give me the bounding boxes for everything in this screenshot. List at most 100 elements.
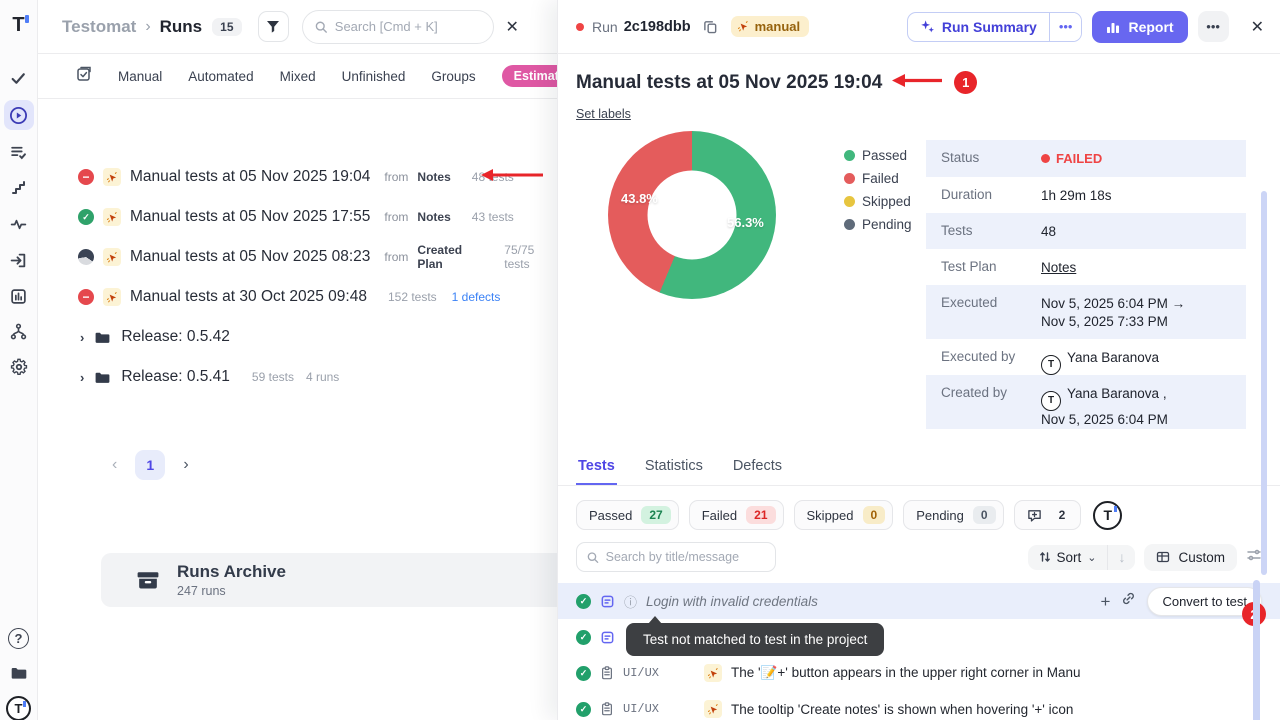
adjust-icon[interactable] (1246, 547, 1262, 568)
steps-icon[interactable] (4, 173, 34, 203)
release-folder-row[interactable]: › Release: 0.5.42 (38, 317, 557, 357)
info-row-executed-by: Executed by TYana Baranova (926, 339, 1246, 375)
chip-passed[interactable]: Passed27 (576, 500, 679, 530)
breadcrumb-section[interactable]: Runs (160, 17, 203, 37)
folder-title: Release: 0.5.42 (121, 328, 230, 346)
branch-icon[interactable] (4, 316, 34, 346)
run-defects-link[interactable]: 1 defects (452, 290, 501, 304)
test-row[interactable]: ✓ UI/UX The '📝+' button appears in the u… (558, 655, 1280, 691)
tests-scrollbar[interactable] (1253, 580, 1260, 720)
executed-end: Nov 5, 2025 7:33 PM (1041, 314, 1168, 329)
created-by-value: Yana Baranova , (1067, 386, 1167, 401)
test-passed-icon: ✓ (576, 594, 591, 609)
testomat-logo[interactable]: T (4, 10, 34, 40)
page-number[interactable]: 1 (135, 450, 165, 480)
tab-mixed[interactable]: Mixed (280, 69, 316, 84)
detail-scrollbar[interactable] (1261, 191, 1267, 575)
copy-icon (703, 19, 718, 34)
assignee-avatar[interactable]: T (1093, 501, 1122, 530)
chevron-right-icon[interactable]: › (80, 370, 84, 385)
detail-more-button[interactable]: ••• (1198, 11, 1229, 42)
release-folder-row[interactable]: › Release: 0.5.41 59 tests 4 runs (38, 357, 557, 397)
chart-box-icon[interactable] (4, 281, 34, 311)
check-icon[interactable] (4, 63, 34, 93)
set-labels-link[interactable]: Set labels (576, 107, 631, 121)
copy-run-id-button[interactable] (703, 19, 718, 34)
tests-search-input[interactable] (606, 550, 765, 564)
test-row[interactable]: ✓ UI/UX The tooltip 'Create notes' is sh… (558, 691, 1280, 720)
run-from-word: from (384, 210, 408, 224)
sort-arrows-icon (1039, 551, 1051, 563)
failed-dot-icon (1041, 154, 1050, 163)
play-circle-icon[interactable] (4, 100, 34, 130)
plus-icon[interactable]: + (1101, 593, 1111, 610)
clipboard-icon (600, 702, 614, 716)
test-plan-link[interactable]: Notes (1041, 249, 1076, 277)
annotation-arrow (481, 168, 545, 186)
gear-icon[interactable] (4, 352, 34, 382)
page-prev-icon[interactable]: ‹ (112, 456, 117, 474)
tab-statistics[interactable]: Statistics (643, 450, 705, 485)
executed-by-value: Yana Baranova (1067, 350, 1159, 365)
run-row[interactable]: − Manual tests at 30 Oct 2025 09:48 152 … (38, 277, 557, 317)
tab-groups[interactable]: Groups (431, 69, 475, 84)
tab-estimate-badge[interactable]: Estimate (502, 65, 557, 87)
manual-cursor-icon (704, 700, 722, 718)
run-plan: Notes (417, 170, 450, 184)
docs-folder-icon[interactable] (4, 658, 34, 688)
run-summary-more-button[interactable]: ••• (1049, 13, 1082, 41)
run-row[interactable]: − Manual tests at 05 Nov 2025 19:04 from… (38, 157, 557, 197)
skipped-count: 0 (863, 506, 886, 524)
runs-search-input[interactable] (335, 19, 481, 34)
runs-search[interactable] (302, 10, 494, 44)
tests-search[interactable] (576, 542, 776, 572)
chip-skipped[interactable]: Skipped0 (794, 500, 894, 530)
help-icon[interactable]: ? (4, 623, 34, 653)
note-icon (600, 594, 615, 609)
sort-button[interactable]: Sort ⌄ (1028, 545, 1108, 570)
select-runs-icon[interactable] (76, 66, 92, 87)
runs-archive-row[interactable]: Runs Archive 247 runs (101, 553, 557, 607)
tab-tests[interactable]: Tests (576, 450, 617, 485)
run-summary-button[interactable]: Run Summary (908, 13, 1049, 41)
list-check-icon[interactable] (4, 137, 34, 167)
report-button[interactable]: Report (1092, 11, 1187, 43)
run-row[interactable]: Manual tests at 05 Nov 2025 08:23 from C… (38, 237, 557, 277)
manual-cursor-icon (103, 168, 121, 186)
legend-dot-pending (844, 219, 855, 230)
link-icon[interactable] (1121, 591, 1136, 611)
runs-close-icon[interactable]: ✕ (506, 17, 519, 37)
chip-comments[interactable]: 2 (1014, 500, 1082, 530)
chip-failed[interactable]: Failed21 (689, 500, 784, 530)
annotation-arrow (892, 74, 944, 92)
test-tag: UI/UX (623, 666, 695, 680)
legend-label: Skipped (862, 194, 911, 209)
run-row[interactable]: ✓ Manual tests at 05 Nov 2025 17:55 from… (38, 197, 557, 237)
test-row[interactable]: ✓ ⓘ Login with invalid credentials + Con… (558, 583, 1280, 619)
detail-close-icon[interactable]: ✕ (1251, 17, 1264, 37)
user-avatar[interactable]: T (4, 693, 34, 720)
import-icon[interactable] (4, 245, 34, 275)
chevron-right-icon[interactable]: › (80, 330, 84, 345)
results-donut-chart: 43.8% 56.3% (608, 131, 776, 299)
tab-manual[interactable]: Manual (118, 69, 162, 84)
runs-count-badge: 15 (212, 18, 241, 36)
activity-icon[interactable] (4, 209, 34, 239)
breadcrumb-project[interactable]: Testomat (62, 17, 136, 37)
comment-plus-icon (1027, 508, 1042, 523)
page-next-icon[interactable]: › (183, 456, 188, 474)
legend-label: Passed (862, 148, 907, 163)
tab-defects[interactable]: Defects (731, 450, 784, 485)
executed-start: Nov 5, 2025 6:04 PM → (1041, 296, 1185, 311)
chip-pending[interactable]: Pending0 (903, 500, 1003, 530)
tests-value: 48 (1041, 213, 1056, 241)
run-plan: Created Plan (417, 243, 483, 271)
legend-dot-skipped (844, 196, 855, 207)
run-title: Manual tests at 05 Nov 2025 19:04 (576, 72, 882, 94)
custom-columns-button[interactable]: Custom (1144, 544, 1237, 571)
tab-unfinished[interactable]: Unfinished (342, 69, 406, 84)
pending-count: 0 (973, 506, 996, 524)
tab-automated[interactable]: Automated (188, 69, 253, 84)
filter-button[interactable] (258, 11, 289, 42)
download-button[interactable]: ↓ (1107, 545, 1135, 570)
